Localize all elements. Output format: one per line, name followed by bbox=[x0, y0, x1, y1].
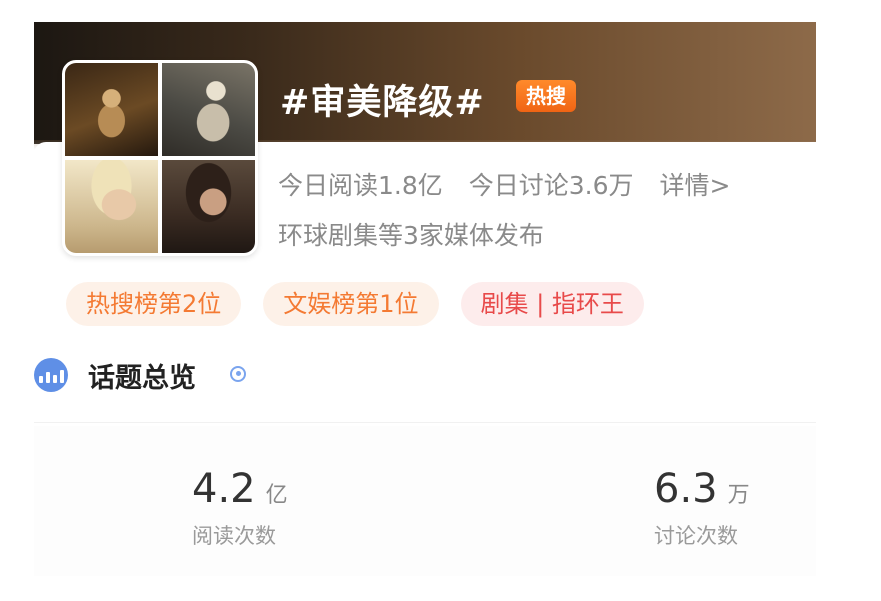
topic-card: #审美降级# 热搜 今日阅读1.8亿 今日讨论3.6万 详情> 环球剧集等3家媒… bbox=[34, 22, 816, 582]
divider bbox=[34, 422, 816, 423]
topic-cover-grid[interactable] bbox=[62, 60, 258, 256]
overview-metrics: 4.2 亿 阅读次数 6.3 万 讨论次数 bbox=[34, 426, 816, 576]
metric-unit: 万 bbox=[727, 483, 750, 508]
info-icon[interactable] bbox=[230, 366, 246, 382]
tag-entertainment-rank[interactable]: 文娱榜第1位 bbox=[263, 282, 439, 326]
chart-icon bbox=[34, 358, 68, 392]
cover-image-3 bbox=[65, 160, 158, 253]
overview-header: 话题总览 bbox=[34, 352, 816, 422]
details-link[interactable]: 详情> bbox=[659, 171, 730, 200]
metric-unit: 亿 bbox=[265, 483, 288, 508]
metric-value: 6.3 bbox=[654, 466, 718, 512]
metric-read-total: 4.2 亿 阅读次数 bbox=[192, 466, 288, 550]
today-read-count: 今日阅读1.8亿 bbox=[278, 171, 443, 200]
metric-value: 4.2 bbox=[192, 466, 256, 512]
tag-series-category[interactable]: 剧集 | 指环王 bbox=[460, 282, 644, 326]
topic-title: #审美降级# bbox=[280, 83, 485, 123]
hot-badge: 热搜 bbox=[516, 80, 576, 112]
today-stats: 今日阅读1.8亿 今日讨论3.6万 详情> bbox=[278, 166, 748, 202]
cover-image-1 bbox=[65, 63, 158, 156]
tag-hot-search-rank[interactable]: 热搜榜第2位 bbox=[66, 282, 242, 326]
today-discuss-count: 今日讨论3.6万 bbox=[468, 171, 634, 200]
media-publishers: 环球剧集等3家媒体发布 bbox=[278, 221, 544, 250]
cover-image-2 bbox=[162, 63, 255, 156]
topic-tags: 热搜榜第2位 文娱榜第1位 剧集 | 指环王 bbox=[66, 282, 644, 326]
overview-title: 话题总览 bbox=[88, 363, 196, 394]
cover-image-4 bbox=[162, 160, 255, 253]
metric-label: 阅读次数 bbox=[192, 524, 276, 548]
metric-label: 讨论次数 bbox=[654, 524, 738, 548]
metric-discuss-total: 6.3 万 讨论次数 bbox=[654, 466, 750, 550]
